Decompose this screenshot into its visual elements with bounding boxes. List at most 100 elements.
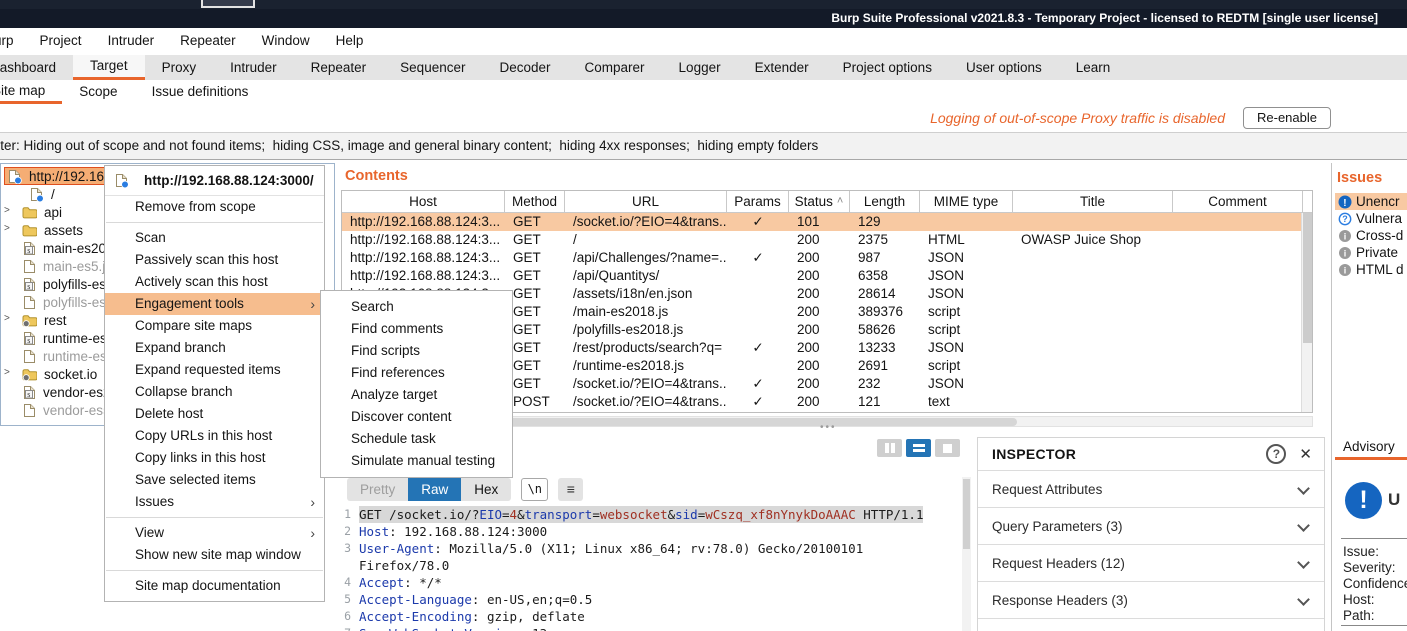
- submenu-item-discover-content[interactable]: Discover content: [321, 406, 512, 428]
- tab-repeater[interactable]: Repeater: [294, 55, 384, 80]
- expander-icon[interactable]: [4, 205, 10, 216]
- context-menu-item-expand-requested-items[interactable]: Expand requested items: [105, 359, 324, 381]
- submenu-item-schedule-task[interactable]: Schedule task: [321, 428, 512, 450]
- layout-single-button[interactable]: [935, 439, 960, 457]
- issue-item-vulnera[interactable]: ?Vulnera: [1335, 210, 1407, 227]
- tab-sequencer[interactable]: Sequencer: [383, 55, 482, 80]
- issue-item-private[interactable]: iPrivate: [1335, 244, 1407, 261]
- request-vertical-scrollbar-thumb[interactable]: [963, 479, 970, 549]
- tab-project-options[interactable]: Project options: [826, 55, 949, 80]
- inspector-section-request-attributes[interactable]: Request Attributes: [978, 470, 1324, 507]
- table-row[interactable]: http://192.168.88.124:3...GET/socket.io/…: [342, 213, 1312, 231]
- table-row[interactable]: http://192.168.88.124:3...GET/api/Quanti…: [342, 267, 1312, 285]
- column-header-params[interactable]: Params: [727, 191, 789, 212]
- subtab-site-map[interactable]: Site map: [0, 80, 62, 104]
- sitemap-filter-bar[interactable]: Filter: Hiding out of scope and not foun…: [0, 132, 1407, 160]
- submenu-item-find-references[interactable]: Find references: [321, 362, 512, 384]
- show-newlines-button[interactable]: \n: [521, 478, 548, 501]
- inspector-section-request-headers-12[interactable]: Request Headers (12): [978, 544, 1324, 581]
- splitter-handle-icon[interactable]: [820, 422, 837, 433]
- issue-info-icon: i: [1338, 246, 1352, 260]
- tab-logger[interactable]: Logger: [662, 55, 738, 80]
- tree-item-label: main-es201: [43, 241, 114, 256]
- tab-intruder[interactable]: Intruder: [213, 55, 294, 80]
- column-header-status[interactable]: Status: [789, 191, 850, 212]
- cell-mime: JSON: [920, 267, 1013, 285]
- expander-icon[interactable]: [4, 367, 10, 378]
- view-tab-raw[interactable]: Raw: [408, 478, 461, 501]
- context-menu-item-view[interactable]: View: [105, 522, 324, 544]
- close-icon[interactable]: [1299, 445, 1312, 463]
- column-header-host[interactable]: Host: [342, 191, 505, 212]
- menu-repeater[interactable]: Repeater: [167, 28, 249, 55]
- context-menu-item-site-map-documentation[interactable]: Site map documentation: [105, 575, 324, 597]
- context-menu-item-delete-host[interactable]: Delete host: [105, 403, 324, 425]
- context-menu-item-collapse-branch[interactable]: Collapse branch: [105, 381, 324, 403]
- issue-item-cross-d[interactable]: iCross-d: [1335, 227, 1407, 244]
- subtab-scope[interactable]: Scope: [62, 80, 134, 104]
- context-menu-item-issues[interactable]: Issues: [105, 491, 324, 513]
- view-tab-pretty[interactable]: Pretty: [347, 478, 408, 501]
- context-menu-item-save-selected-items[interactable]: Save selected items: [105, 469, 324, 491]
- column-header-mime-type[interactable]: MIME type: [920, 191, 1013, 212]
- contents-horizontal-scrollbar-thumb[interactable]: [490, 418, 1017, 426]
- submenu-item-search[interactable]: Search: [321, 296, 512, 318]
- menu-burp[interactable]: Burp: [0, 28, 27, 55]
- table-row[interactable]: http://192.168.88.124:3...GET/api/Challe…: [342, 249, 1312, 267]
- layout-columns-button[interactable]: [877, 439, 902, 457]
- tab-extender[interactable]: Extender: [738, 55, 826, 80]
- context-menu-item-actively-scan-this-host[interactable]: Actively scan this host: [105, 271, 324, 293]
- column-header-comment[interactable]: Comment: [1173, 191, 1303, 212]
- tab-comparer[interactable]: Comparer: [568, 55, 662, 80]
- context-menu-item-remove-from-scope[interactable]: Remove from scope: [105, 196, 324, 218]
- context-menu-item-copy-urls-in-this-host[interactable]: Copy URLs in this host: [105, 425, 324, 447]
- column-header-method[interactable]: Method: [505, 191, 565, 212]
- tab-target[interactable]: Target: [73, 55, 145, 80]
- context-menu-item-show-new-site-map-window[interactable]: Show new site map window: [105, 544, 324, 566]
- context-menu-item-scan[interactable]: Scan: [105, 227, 324, 249]
- cell-host: http://192.168.88.124:3...: [342, 267, 505, 285]
- expander-icon[interactable]: [4, 223, 10, 234]
- inspector-section-query-parameters-3[interactable]: Query Parameters (3): [978, 507, 1324, 544]
- context-menu-item-engagement-tools[interactable]: Engagement tools: [105, 293, 324, 315]
- table-row[interactable]: http://192.168.88.124:3...GET/2002375HTM…: [342, 231, 1312, 249]
- tab-user-options[interactable]: User options: [949, 55, 1059, 80]
- tab-decoder[interactable]: Decoder: [482, 55, 567, 80]
- editor-menu-button[interactable]: [558, 478, 583, 501]
- column-header-length[interactable]: Length: [850, 191, 920, 212]
- submenu-item-analyze-target[interactable]: Analyze target: [321, 384, 512, 406]
- svg-text:i: i: [1344, 248, 1347, 258]
- context-menu-item-passively-scan-this-host[interactable]: Passively scan this host: [105, 249, 324, 271]
- inspector-section-response-headers-3[interactable]: Response Headers (3): [978, 581, 1324, 618]
- taskbar-active-tab[interactable]: [201, 0, 255, 8]
- submenu-item-simulate-manual-testing[interactable]: Simulate manual testing: [321, 450, 512, 472]
- issue-item-unencr[interactable]: !Unencr: [1335, 193, 1407, 210]
- help-icon[interactable]: [1266, 444, 1286, 464]
- column-header-url[interactable]: URL: [565, 191, 727, 212]
- issue-item-html-d[interactable]: iHTML d: [1335, 261, 1407, 278]
- menu-intruder[interactable]: Intruder: [95, 28, 168, 55]
- issue-label: Cross-d: [1356, 228, 1403, 243]
- re-enable-button[interactable]: Re-enable: [1243, 107, 1331, 129]
- tab-dashboard[interactable]: Dashboard: [0, 55, 73, 80]
- menu-help[interactable]: Help: [323, 28, 377, 55]
- view-tab-hex[interactable]: Hex: [461, 478, 511, 501]
- subtab-issue-definitions[interactable]: Issue definitions: [135, 80, 266, 104]
- menu-window[interactable]: Window: [249, 28, 323, 55]
- tab-learn[interactable]: Learn: [1059, 55, 1128, 80]
- column-header-title[interactable]: Title: [1013, 191, 1173, 212]
- tab-proxy[interactable]: Proxy: [145, 55, 214, 80]
- context-menu-item-compare-site-maps[interactable]: Compare site maps: [105, 315, 324, 337]
- layout-rows-button[interactable]: [906, 439, 931, 457]
- context-menu-item-copy-links-in-this-host[interactable]: Copy links in this host: [105, 447, 324, 469]
- contents-vertical-scrollbar-thumb[interactable]: [1303, 213, 1312, 343]
- context-menu-item-expand-branch[interactable]: Expand branch: [105, 337, 324, 359]
- http-request-editor[interactable]: 1GET /socket.io/?EIO=4&transport=websock…: [344, 506, 962, 631]
- expander-icon[interactable]: [4, 313, 10, 324]
- submenu-item-find-comments[interactable]: Find comments: [321, 318, 512, 340]
- submenu-item-find-scripts[interactable]: Find scripts: [321, 340, 512, 362]
- contents-vertical-scrollbar[interactable]: [1301, 213, 1312, 413]
- advisory-tab[interactable]: Advisory: [1335, 437, 1407, 455]
- menu-project[interactable]: Project: [27, 28, 95, 55]
- request-vertical-scrollbar[interactable]: [962, 477, 971, 631]
